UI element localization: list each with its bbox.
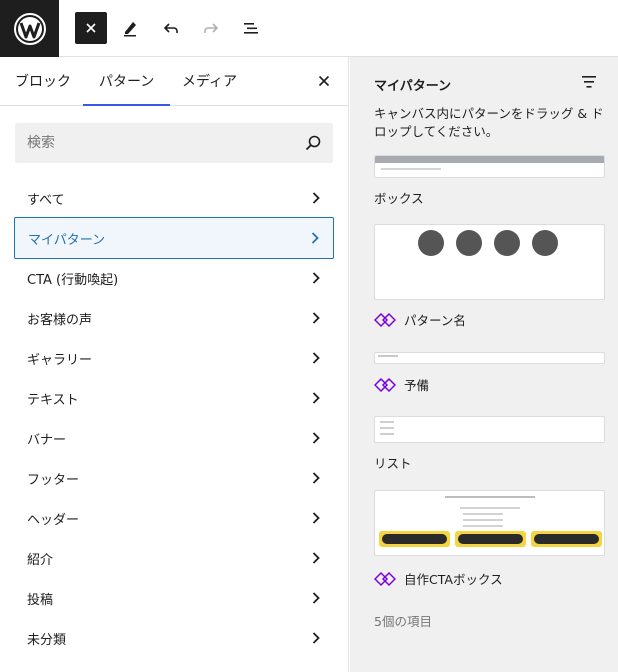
synced-pattern-icon xyxy=(374,571,396,586)
redo-icon xyxy=(204,23,219,33)
chevron-right-icon xyxy=(312,472,320,484)
close-inserter-button[interactable] xyxy=(75,12,107,44)
pattern-category-preview-panel: マイパターン キャンバス内にパターンをドラッグ & ドロップしてください。 ボッ… xyxy=(350,57,618,672)
category-label: 紹介 xyxy=(27,552,54,568)
category-about[interactable]: 紹介 xyxy=(14,538,334,578)
block-inserter-panel: ブロック パターン メディア すべて マイパターン CTA (行動喚起) お客様… xyxy=(0,57,349,672)
pattern-name-row: 自作CTAボックス xyxy=(374,569,503,588)
pattern-preview-list[interactable] xyxy=(374,416,605,443)
item-count: 5個の項目 xyxy=(374,614,432,629)
editor-toolbar xyxy=(0,0,618,57)
chevron-right-icon xyxy=(312,352,320,364)
category-label: お客様の声 xyxy=(27,312,93,328)
undo-button[interactable] xyxy=(155,12,187,44)
category-label: 投稿 xyxy=(27,592,54,608)
pattern-category-list: すべて マイパターン CTA (行動喚起) お客様の声 ギャラリー テキスト バ… xyxy=(0,178,349,658)
category-gallery[interactable]: ギャラリー xyxy=(14,338,334,378)
chevron-right-icon xyxy=(312,392,320,404)
chevron-right-icon xyxy=(312,592,320,604)
tools-button[interactable] xyxy=(114,12,146,44)
category-label: テキスト xyxy=(27,392,79,408)
undo-icon xyxy=(163,23,178,33)
category-label: CTA (行動喚起) xyxy=(27,272,119,288)
category-my-patterns[interactable]: マイパターン xyxy=(14,217,334,259)
close-panel-button[interactable] xyxy=(314,71,334,91)
chevron-right-icon xyxy=(312,192,320,204)
pattern-preview-cta-box[interactable] xyxy=(374,490,605,556)
chevron-right-icon xyxy=(312,312,320,324)
category-text[interactable]: テキスト xyxy=(14,378,334,418)
pattern-name-row: パターン名 xyxy=(374,310,466,329)
pattern-preview-box[interactable] xyxy=(374,155,605,178)
chevron-right-icon xyxy=(312,272,320,284)
list-view-icon xyxy=(244,23,258,34)
pattern-preview-reserve[interactable] xyxy=(374,352,605,364)
document-overview-button[interactable] xyxy=(235,12,267,44)
pattern-title: 予備 xyxy=(404,378,430,393)
category-cta[interactable]: CTA (行動喚起) xyxy=(14,258,334,298)
close-icon xyxy=(86,23,96,33)
category-label: ギャラリー xyxy=(27,352,93,368)
synced-pattern-icon xyxy=(374,312,396,327)
category-label: ヘッダー xyxy=(27,512,80,528)
wordpress-logo-icon[interactable] xyxy=(0,0,59,57)
category-label: マイパターン xyxy=(28,232,106,248)
tab-patterns[interactable]: パターン xyxy=(82,57,171,106)
pattern-title: ボックス xyxy=(374,191,424,206)
category-label: フッター xyxy=(27,472,80,488)
search-icon[interactable] xyxy=(303,133,323,153)
category-label: 未分類 xyxy=(27,632,67,648)
category-label: すべて xyxy=(27,192,65,208)
filter-icon[interactable] xyxy=(580,73,598,91)
chevron-right-icon xyxy=(312,552,320,564)
panel-description: キャンバス内にパターンをドラッグ & ドロップしてください。 xyxy=(374,106,604,139)
pattern-preview-circles[interactable] xyxy=(374,224,605,300)
tab-blocks[interactable]: ブロック xyxy=(15,57,71,105)
pencil-icon xyxy=(124,22,136,37)
chevron-right-icon xyxy=(312,512,320,524)
pattern-title: リスト xyxy=(374,456,412,471)
category-footer[interactable]: フッター xyxy=(14,458,334,498)
search-input[interactable] xyxy=(15,123,295,163)
chevron-right-icon xyxy=(312,432,320,444)
tab-media[interactable]: メディア xyxy=(182,57,237,105)
category-header[interactable]: ヘッダー xyxy=(14,498,334,538)
chevron-right-icon xyxy=(311,232,319,244)
category-uncategorized[interactable]: 未分類 xyxy=(14,618,334,658)
pattern-title: 自作CTAボックス xyxy=(404,572,503,587)
category-testimonials[interactable]: お客様の声 xyxy=(14,298,334,338)
synced-pattern-icon xyxy=(374,377,396,392)
chevron-right-icon xyxy=(312,632,320,644)
inserter-tabs: ブロック パターン メディア xyxy=(0,57,348,106)
close-icon xyxy=(318,75,330,87)
category-all[interactable]: すべて xyxy=(14,178,334,218)
category-posts[interactable]: 投稿 xyxy=(14,578,334,618)
pattern-search xyxy=(15,123,333,163)
category-banner[interactable]: バナー xyxy=(14,418,334,458)
panel-title: マイパターン xyxy=(374,79,452,94)
circles-preview-image xyxy=(418,230,558,256)
redo-button[interactable] xyxy=(195,12,227,44)
pattern-name-row: 予備 xyxy=(374,375,429,394)
pattern-title: パターン名 xyxy=(404,313,466,328)
category-label: バナー xyxy=(27,432,67,448)
